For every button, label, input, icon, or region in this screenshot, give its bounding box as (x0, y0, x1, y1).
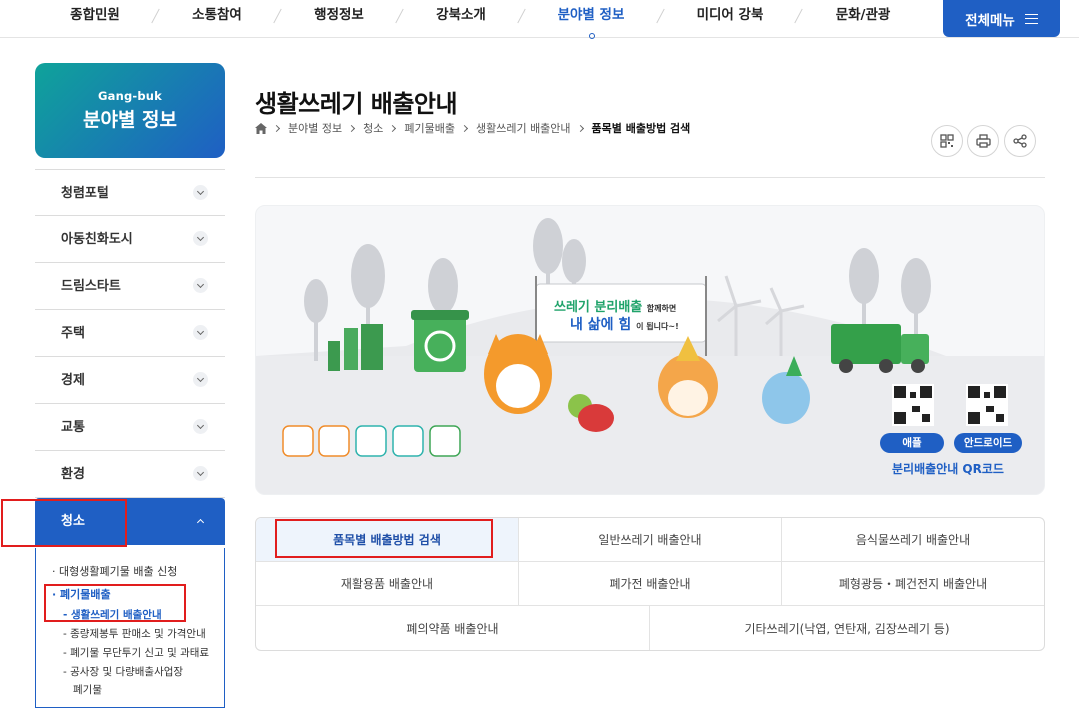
sidebar-banner: Gang-buk 분야별 정보 (35, 63, 225, 158)
tab-lamps-batteries[interactable]: 폐형광등・폐건전지 배출안내 (782, 562, 1044, 606)
nav-field-info[interactable]: 분야별 정보 (558, 4, 625, 26)
submenu-label: 대형생활폐기물 배출 신청 (59, 565, 178, 578)
sidebar-menu: 청렴포털 아동친화도시 드림스타트 주택 경제 교통 환경 청소 (35, 169, 225, 545)
submenu-bulky-waste[interactable]: · 대형생활폐기물 배출 신청 (52, 563, 177, 579)
nav-about-gangbuk[interactable]: 강북소개 (436, 4, 486, 26)
tab-other-waste[interactable]: 기타쓰레기(낙엽, 연탄재, 김장쓰레기 등) (650, 606, 1044, 650)
submenu-bag-sales[interactable]: - 종량제봉투 판매소 및 가격안내 (63, 626, 206, 641)
chevron-right-icon (272, 124, 281, 132)
nav-culture-tourism[interactable]: 문화/관광 (836, 4, 891, 26)
nav-separator (395, 8, 404, 24)
sidebar-item-label: 아동친화도시 (61, 232, 133, 247)
sidebar-banner-title: 분야별 정보 (82, 109, 177, 131)
sidebar-item-integrity-portal[interactable]: 청렴포털 (35, 169, 225, 216)
chevron-right-icon (348, 124, 356, 132)
print-button[interactable] (967, 125, 999, 157)
home-icon[interactable] (255, 122, 267, 134)
sidebar-item-housing[interactable]: 주택 (35, 310, 225, 357)
qr-code-button[interactable] (931, 125, 963, 157)
hamburger-icon (1024, 13, 1038, 24)
top-navigation: 종합민원 소통참여 행정정보 강북소개 분야별 정보 미디어 강북 문화/관광 … (0, 0, 1079, 39)
banner-text: 내 삶에 힘 (570, 317, 632, 333)
submenu-label: 공사장 및 다량배출사업장 (70, 666, 184, 678)
submenu-label: 폐기물 무단투기 신고 및 과태료 (70, 647, 210, 659)
sidebar-item-economy[interactable]: 경제 (35, 357, 225, 404)
sidebar-banner-english: Gang-buk (97, 89, 163, 103)
chevron-right-icon (460, 124, 469, 132)
sidebar-item-environment[interactable]: 환경 (35, 451, 225, 498)
highlight-box (275, 519, 493, 558)
qr-icon (940, 134, 954, 148)
breadcrumb-item[interactable]: 분야별 정보 (288, 120, 342, 136)
nav-media[interactable]: 미디어 강북 (697, 4, 764, 26)
all-menu-label: 전체메뉴 (965, 12, 1015, 29)
nav-separator (273, 8, 282, 24)
breadcrumb-current: 품목별 배출방법 검색 (591, 122, 691, 135)
nav-separator (517, 8, 526, 24)
share-button[interactable] (1004, 125, 1036, 157)
chevron-up-icon (193, 513, 208, 528)
print-icon (975, 134, 991, 148)
sidebar-item-label: 드림스타트 (61, 279, 121, 294)
apple-qr-button[interactable]: 애플 (880, 433, 944, 453)
chevron-down-icon (193, 466, 208, 481)
nav-separator (151, 8, 160, 24)
nav-civil-service[interactable]: 종합민원 (70, 4, 120, 26)
banner-text-small: 이 됩니다~! (636, 322, 679, 331)
sidebar-item-label: 경제 (61, 373, 85, 388)
banner-text-line2: 내 삶에 힘 이 됩니다~! (570, 314, 679, 334)
sidebar-item-label: 청렴포털 (61, 186, 109, 201)
breadcrumb-item[interactable]: 청소 (363, 120, 383, 136)
chevron-down-icon (193, 185, 208, 200)
nav-separator (794, 8, 803, 24)
submenu-label: 종량제봉투 판매소 및 가격안내 (70, 628, 206, 640)
tab-appliances[interactable]: 폐가전 배출안내 (519, 562, 782, 606)
tab-food-waste[interactable]: 음식물쓰레기 배출안내 (782, 518, 1044, 562)
sidebar-item-label: 교통 (61, 420, 85, 435)
breadcrumb-item[interactable]: 폐기물배출 (404, 120, 455, 136)
chevron-down-icon (193, 325, 208, 340)
submenu-illegal-dumping[interactable]: - 폐기물 무단투기 신고 및 과태료 (63, 645, 209, 660)
page-title: 생활쓰레기 배출안내 (255, 90, 458, 118)
chevron-down-icon (193, 419, 208, 434)
sidebar-item-traffic[interactable]: 교통 (35, 404, 225, 451)
breadcrumb-item[interactable]: 생활쓰레기 배출안내 (476, 120, 571, 136)
chevron-right-icon (389, 124, 397, 132)
tab-recyclables[interactable]: 재활용품 배출안내 (256, 562, 519, 606)
sidebar-item-label: 환경 (61, 467, 85, 482)
submenu-label: 폐기물 (73, 684, 102, 696)
nav-separator (656, 8, 665, 24)
android-qr-button[interactable]: 안드로이드 (954, 433, 1022, 453)
banner-text: 쓰레기 분리배출 (554, 300, 643, 315)
nav-administration[interactable]: 행정정보 (314, 4, 364, 26)
all-menu-button[interactable]: 전체메뉴 (943, 0, 1060, 37)
sidebar-item-child-friendly[interactable]: 아동친화도시 (35, 216, 225, 263)
highlight-box (1, 499, 127, 547)
chevron-down-icon (193, 278, 208, 293)
share-icon (1013, 134, 1027, 148)
chevron-right-icon (576, 124, 584, 132)
qr-caption: 분리배출안내 QR코드 (892, 462, 1004, 476)
nav-communication[interactable]: 소통참여 (192, 4, 242, 26)
tab-medicine[interactable]: 폐의약품 배출안내 (256, 606, 650, 650)
banner-text-line1: 쓰레기 분리배출 함께하면 (554, 296, 676, 315)
active-indicator-dot (589, 33, 595, 39)
breadcrumb: 분야별 정보 청소 폐기물배출 생활쓰레기 배출안내 품목별 배출방법 검색 (255, 120, 690, 136)
chevron-down-icon (193, 231, 208, 246)
submenu-construction-waste[interactable]: - 공사장 및 다량배출사업장 (63, 664, 183, 679)
sidebar-item-label: 주택 (61, 326, 85, 341)
sidebar-item-dream-start[interactable]: 드림스타트 (35, 263, 225, 310)
banner-text-small: 함께하면 (646, 304, 677, 313)
chevron-down-icon (193, 372, 208, 387)
recycling-illustration: 쓰레기 분리배출 함께하면 내 삶에 힘 이 됩니다~! 애플 안드로이드 분리… (255, 205, 1045, 495)
tab-general-waste[interactable]: 일반쓰레기 배출안내 (519, 518, 782, 562)
header-divider (255, 177, 1045, 178)
highlight-box (44, 584, 186, 622)
